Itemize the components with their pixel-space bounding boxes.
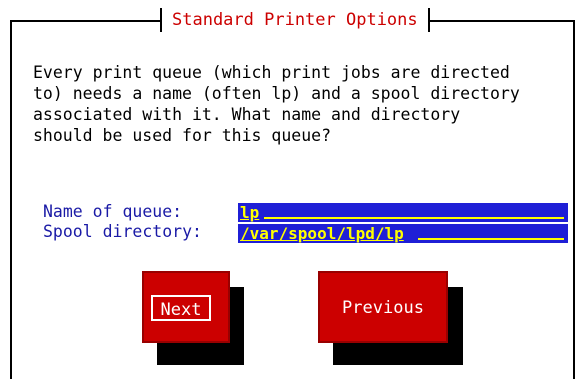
frame-right — [573, 20, 575, 379]
queue-name-fill — [264, 217, 564, 219]
previous-button[interactable]: Previous — [318, 271, 448, 343]
frame-top-left — [10, 20, 162, 22]
spool-directory-value: /var/spool/lpd/lp — [240, 224, 404, 243]
dialog-title: Standard Printer Options — [160, 8, 430, 32]
queue-name-input[interactable]: lp — [238, 203, 568, 222]
previous-button-label: Previous — [342, 298, 424, 318]
spool-directory-label: Spool directory: — [43, 222, 202, 241]
spool-directory-fill — [418, 238, 564, 240]
frame-top-right — [425, 20, 575, 22]
next-button-label: Next — [151, 295, 211, 321]
queue-name-label: Name of queue: — [43, 202, 183, 221]
next-button[interactable]: Next — [142, 271, 230, 343]
description-text: Every print queue (which print jobs are … — [33, 63, 520, 145]
spool-directory-input[interactable]: /var/spool/lpd/lp — [238, 224, 568, 243]
queue-name-value: lp — [240, 203, 260, 222]
frame-left — [10, 20, 12, 379]
